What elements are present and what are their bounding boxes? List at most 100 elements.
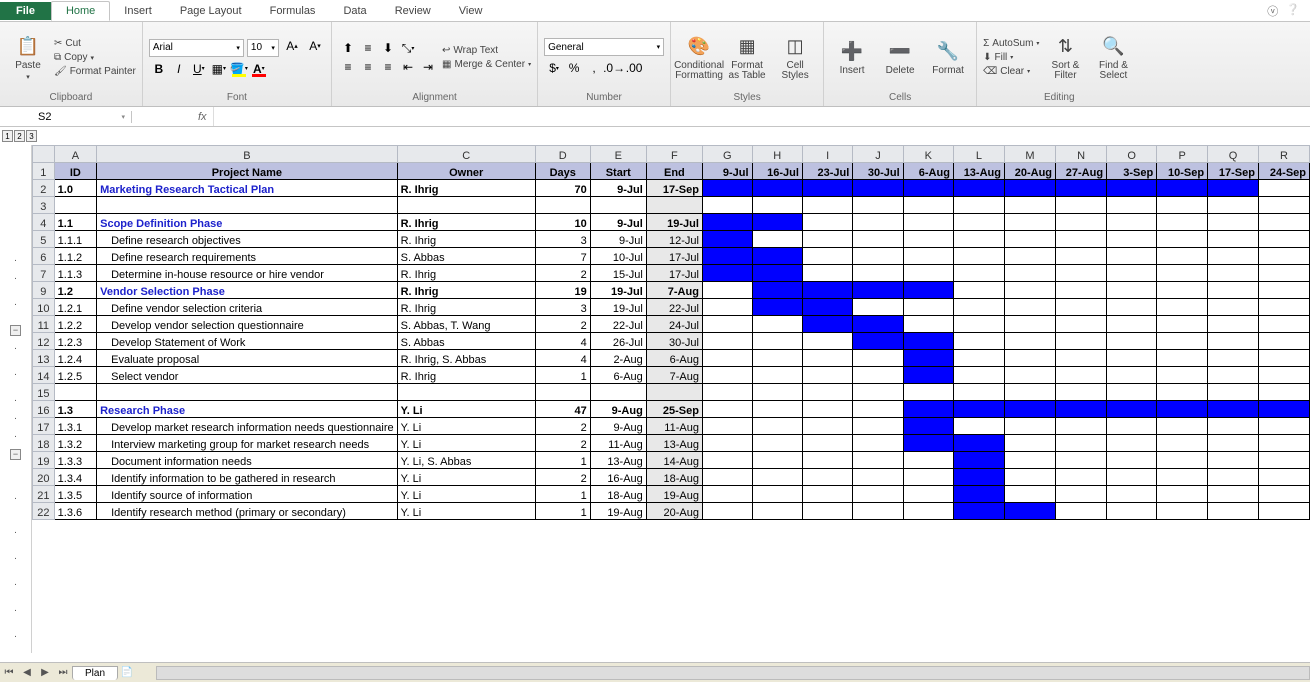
cell-end-19[interactable]: 14-Aug — [646, 452, 702, 469]
cell-id-12[interactable]: 1.2.3 — [54, 333, 96, 350]
cell-gantt-22-10[interactable] — [1208, 503, 1259, 520]
cell-gantt-15-7[interactable] — [1056, 384, 1107, 401]
col-header-M[interactable]: M — [1004, 146, 1055, 163]
cell-gantt-7-5[interactable] — [953, 265, 1004, 282]
format-painter-button[interactable]: 🖌Format Painter — [54, 65, 136, 78]
row-header-20[interactable]: 20 — [33, 469, 55, 486]
cell-gantt-20-7[interactable] — [1056, 469, 1107, 486]
row-header-16[interactable]: 16 — [33, 401, 55, 418]
cell-id-6[interactable]: 1.1.2 — [54, 248, 96, 265]
row-header-12[interactable]: 12 — [33, 333, 55, 350]
cell-gantt-16-9[interactable] — [1157, 401, 1208, 418]
cell-gantt-5-2[interactable] — [802, 231, 852, 248]
cell-id-19[interactable]: 1.3.3 — [54, 452, 96, 469]
cell-gantt-16-11[interactable] — [1258, 401, 1309, 418]
cell-gantt-10-0[interactable] — [702, 299, 752, 316]
cell-name-2[interactable]: Marketing Research Tactical Plan — [97, 180, 398, 197]
cell-gantt-19-2[interactable] — [802, 452, 852, 469]
name-box[interactable]: S2▾ — [32, 111, 132, 123]
col-header-Q[interactable]: Q — [1208, 146, 1259, 163]
cell-id-9[interactable]: 1.2 — [54, 282, 96, 299]
cell-gantt-14-10[interactable] — [1208, 367, 1259, 384]
cell-gantt-22-8[interactable] — [1107, 503, 1157, 520]
cell-gantt-4-5[interactable] — [953, 214, 1004, 231]
cell-gantt-12-10[interactable] — [1208, 333, 1259, 350]
sheet-nav-first[interactable]: ⏮ — [0, 667, 18, 678]
outline-level-2[interactable]: 2 — [14, 130, 25, 142]
cell-gantt-13-0[interactable] — [702, 350, 752, 367]
cell-gantt-7-0[interactable] — [702, 265, 752, 282]
cell-gantt-21-8[interactable] — [1107, 486, 1157, 503]
cell-gantt-11-9[interactable] — [1157, 316, 1208, 333]
cut-button[interactable]: ✂Cut — [54, 37, 136, 50]
cell-gantt-11-8[interactable] — [1107, 316, 1157, 333]
cell-gantt-17-10[interactable] — [1208, 418, 1259, 435]
cell-gantt-5-5[interactable] — [953, 231, 1004, 248]
cell-end-6[interactable]: 17-Jul — [646, 248, 702, 265]
cell-gantt-11-11[interactable] — [1258, 316, 1309, 333]
cell-gantt-4-7[interactable] — [1056, 214, 1107, 231]
cell-gantt-9-9[interactable] — [1157, 282, 1208, 299]
cell-gantt-2-8[interactable] — [1107, 180, 1157, 197]
cell-id-15[interactable] — [54, 384, 96, 401]
cell-gantt-17-4[interactable] — [903, 418, 953, 435]
outline-collapse-icon[interactable]: − — [10, 325, 21, 336]
cell-gantt-12-8[interactable] — [1107, 333, 1157, 350]
row-header-7[interactable]: 7 — [33, 265, 55, 282]
cell-days-14[interactable]: 1 — [535, 367, 590, 384]
cell-gantt-3-2[interactable] — [802, 197, 852, 214]
cell-owner-11[interactable]: S. Abbas, T. Wang — [397, 316, 535, 333]
header-date-11[interactable]: 24-Sep — [1258, 163, 1309, 180]
cell-gantt-18-5[interactable] — [953, 435, 1004, 452]
cell-gantt-3-7[interactable] — [1056, 197, 1107, 214]
cell-start-3[interactable] — [590, 197, 646, 214]
cell-end-17[interactable]: 11-Aug — [646, 418, 702, 435]
cell-gantt-5-8[interactable] — [1107, 231, 1157, 248]
cell-gantt-12-9[interactable] — [1157, 333, 1208, 350]
header-date-1[interactable]: 16-Jul — [752, 163, 802, 180]
cell-end-11[interactable]: 24-Jul — [646, 316, 702, 333]
cell-gantt-14-8[interactable] — [1107, 367, 1157, 384]
cell-gantt-4-8[interactable] — [1107, 214, 1157, 231]
cell-days-3[interactable] — [535, 197, 590, 214]
col-header-J[interactable]: J — [853, 146, 903, 163]
header-end[interactable]: End — [646, 163, 702, 180]
sheet-nav-prev[interactable]: ◀ — [18, 667, 36, 678]
cell-owner-7[interactable]: R. Ihrig — [397, 265, 535, 282]
underline-button[interactable]: U▾ — [189, 60, 209, 78]
cell-gantt-19-7[interactable] — [1056, 452, 1107, 469]
cell-gantt-17-1[interactable] — [752, 418, 802, 435]
cell-gantt-13-10[interactable] — [1208, 350, 1259, 367]
cell-start-15[interactable] — [590, 384, 646, 401]
cell-name-15[interactable] — [97, 384, 398, 401]
cell-end-15[interactable] — [646, 384, 702, 401]
cell-days-9[interactable]: 19 — [535, 282, 590, 299]
cell-gantt-4-0[interactable] — [702, 214, 752, 231]
cell-gantt-21-5[interactable] — [953, 486, 1004, 503]
cell-gantt-5-10[interactable] — [1208, 231, 1259, 248]
cell-gantt-9-8[interactable] — [1107, 282, 1157, 299]
header-date-0[interactable]: 9-Jul — [702, 163, 752, 180]
cell-gantt-7-6[interactable] — [1004, 265, 1055, 282]
cell-styles-button[interactable]: ◫Cell Styles — [773, 27, 817, 89]
cell-gantt-15-9[interactable] — [1157, 384, 1208, 401]
cell-owner-12[interactable]: S. Abbas — [397, 333, 535, 350]
header-date-9[interactable]: 10-Sep — [1157, 163, 1208, 180]
cell-gantt-6-1[interactable] — [752, 248, 802, 265]
cell-gantt-22-6[interactable] — [1004, 503, 1055, 520]
cell-gantt-16-0[interactable] — [702, 401, 752, 418]
cell-gantt-7-9[interactable] — [1157, 265, 1208, 282]
cell-gantt-5-1[interactable] — [752, 231, 802, 248]
orientation-icon[interactable]: ⤡▾ — [398, 39, 418, 57]
cell-end-4[interactable]: 19-Jul — [646, 214, 702, 231]
tab-formulas[interactable]: Formulas — [256, 2, 330, 20]
select-all-corner[interactable] — [33, 146, 55, 163]
cell-gantt-19-11[interactable] — [1258, 452, 1309, 469]
row-header-22[interactable]: 22 — [33, 503, 55, 520]
cell-gantt-3-0[interactable] — [702, 197, 752, 214]
cell-name-22[interactable]: Identify research method (primary or sec… — [97, 503, 398, 520]
cell-gantt-3-11[interactable] — [1258, 197, 1309, 214]
cell-gantt-10-7[interactable] — [1056, 299, 1107, 316]
cell-gantt-10-5[interactable] — [953, 299, 1004, 316]
cell-gantt-16-4[interactable] — [903, 401, 953, 418]
